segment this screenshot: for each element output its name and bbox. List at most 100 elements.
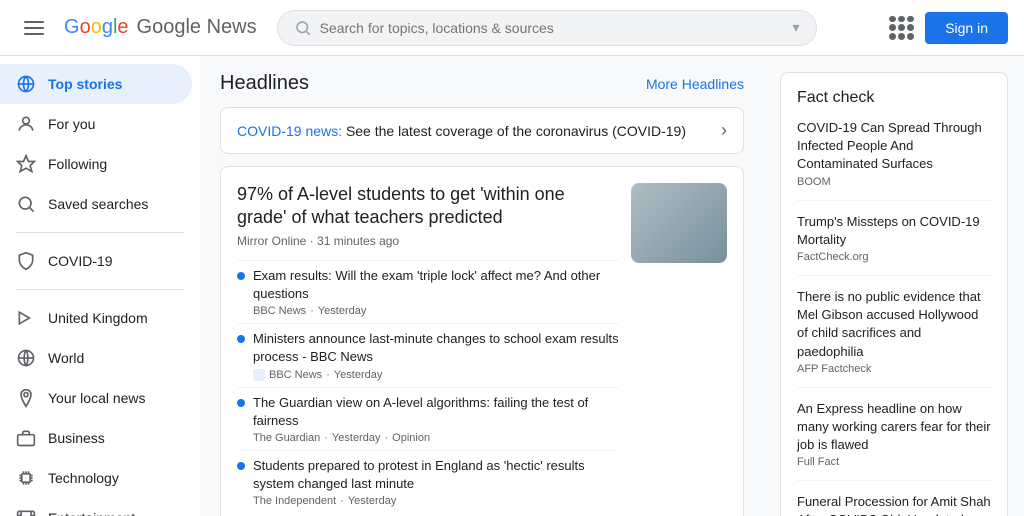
sidebar-label-for-you: For you: [48, 116, 95, 132]
related-content-3: The Guardian view on A-level algorithms:…: [253, 394, 619, 444]
sidebar-label-saved-searches: Saved searches: [48, 196, 148, 212]
related-content-4: Students prepared to protest in England …: [253, 457, 619, 507]
sidebar: Top stories For you Following: [0, 56, 200, 516]
apps-button[interactable]: [889, 16, 913, 40]
sidebar-label-following: Following: [48, 156, 107, 172]
sidebar-item-entertainment[interactable]: Entertainment: [0, 498, 192, 516]
sidebar-label-business: Business: [48, 430, 105, 446]
search-bar[interactable]: ▾: [277, 10, 817, 46]
sidebar-item-top-stories[interactable]: Top stories: [0, 64, 192, 104]
search-icon: [294, 19, 312, 37]
fact-check-section: Fact check COVID-19 Can Spread Through I…: [780, 72, 1008, 516]
fact-item-1: COVID-19 Can Spread Through Infected Peo…: [797, 119, 991, 201]
person-icon: [16, 114, 36, 134]
sign-in-button[interactable]: Sign in: [925, 12, 1008, 44]
article-1-source: Mirror Online · 31 minutes ago: [237, 234, 619, 248]
related-meta-1-3: The Guardian · Yesterday · Opinion: [253, 432, 619, 444]
header-right: Sign in: [889, 12, 1008, 44]
article-1-title[interactable]: 97% of A-level students to get 'within o…: [237, 183, 619, 230]
related-meta-1-2: BBC News · Yesterday: [253, 369, 619, 381]
search-input[interactable]: [320, 20, 785, 36]
layout: Top stories For you Following: [0, 56, 1024, 516]
fact-source-4: Full Fact: [797, 456, 991, 468]
sidebar-item-technology[interactable]: Technology: [0, 458, 192, 498]
bbc-news-icon: [253, 369, 265, 381]
related-title-1-1[interactable]: Exam results: Will the exam 'triple lock…: [253, 267, 619, 303]
news-card-main-1: 97% of A-level students to get 'within o…: [237, 183, 727, 513]
related-item-1-3: The Guardian view on A-level algorithms:…: [237, 387, 619, 450]
sidebar-item-saved-searches[interactable]: Saved searches: [0, 184, 192, 224]
sidebar-label-entertainment: Entertainment: [48, 510, 135, 516]
fact-title-1[interactable]: COVID-19 Can Spread Through Infected Peo…: [797, 119, 991, 174]
fact-title-3[interactable]: There is no public evidence that Mel Gib…: [797, 288, 991, 361]
sidebar-item-united-kingdom[interactable]: United Kingdom: [0, 298, 192, 338]
fact-item-3: There is no public evidence that Mel Gib…: [797, 288, 991, 388]
star-icon: [16, 154, 36, 174]
logo-news-text: Google News: [137, 16, 257, 39]
fact-source-1: BOOM: [797, 176, 991, 188]
sidebar-item-world[interactable]: World: [0, 338, 192, 378]
right-panel: Fact check COVID-19 Can Spread Through I…: [764, 56, 1024, 516]
saved-search-icon: [16, 194, 36, 214]
more-headlines-link[interactable]: More Headlines: [646, 76, 744, 92]
film-icon: [16, 508, 36, 516]
menu-button[interactable]: [16, 13, 52, 43]
related-bullet-3: [237, 399, 245, 407]
location-icon: [16, 388, 36, 408]
fact-title-4[interactable]: An Express headline on how many working …: [797, 400, 991, 455]
covid-arrow-icon: ›: [721, 120, 727, 141]
sidebar-label-top-stories: Top stories: [48, 76, 122, 92]
sidebar-label-local-news: Your local news: [48, 390, 146, 406]
related-title-1-4[interactable]: Students prepared to protest in England …: [253, 457, 619, 493]
fact-title-5[interactable]: Funeral Procession for Amit Shah After C…: [797, 493, 991, 516]
news-card-1: 97% of A-level students to get 'within o…: [220, 166, 744, 516]
shield-icon: [16, 251, 36, 271]
news-card-content-1: 97% of A-level students to get 'within o…: [237, 183, 619, 513]
sidebar-label-covid: COVID-19: [48, 253, 113, 269]
sidebar-divider-2: [16, 289, 184, 290]
fact-item-2: Trump's Missteps on COVID-19 Mortality F…: [797, 213, 991, 276]
sidebar-item-covid[interactable]: COVID-19: [0, 241, 192, 281]
fact-check-title: Fact check: [797, 89, 991, 107]
related-item-1-2: Ministers announce last-minute changes t…: [237, 323, 619, 386]
covid-link-text: COVID-19 news:: [237, 123, 342, 139]
sidebar-label-united-kingdom: United Kingdom: [48, 310, 148, 326]
related-bullet: [237, 272, 245, 280]
related-meta-1-1: BBC News · Yesterday: [253, 305, 619, 317]
related-title-1-2[interactable]: Ministers announce last-minute changes t…: [253, 330, 619, 366]
headlines-header: Headlines More Headlines: [220, 72, 744, 95]
sidebar-item-business[interactable]: Business: [0, 418, 192, 458]
fact-source-2: FactCheck.org: [797, 251, 991, 263]
fact-source-3: AFP Factcheck: [797, 363, 991, 375]
sidebar-divider-1: [16, 232, 184, 233]
related-item-1-4: Students prepared to protest in England …: [237, 450, 619, 513]
header: Google Google News ▾ Sign in: [0, 0, 1024, 56]
covid-banner[interactable]: COVID-19 news: See the latest coverage o…: [220, 107, 744, 154]
globe-icon: [16, 74, 36, 94]
covid-banner-description: See the latest coverage of the coronavir…: [346, 123, 686, 139]
article-1-image: [631, 183, 727, 263]
briefcase-icon: [16, 428, 36, 448]
related-item-1-1: Exam results: Will the exam 'triple lock…: [237, 260, 619, 323]
related-meta-1-4: The Independent · Yesterday: [253, 495, 619, 507]
fact-title-2[interactable]: Trump's Missteps on COVID-19 Mortality: [797, 213, 991, 249]
chip-icon: [16, 468, 36, 488]
main-content: Headlines More Headlines COVID-19 news: …: [200, 56, 764, 516]
sidebar-label-world: World: [48, 350, 84, 366]
sidebar-label-technology: Technology: [48, 470, 119, 486]
sidebar-item-local-news[interactable]: Your local news: [0, 378, 192, 418]
search-dropdown-icon: ▾: [793, 19, 800, 36]
related-content-2: Ministers announce last-minute changes t…: [253, 330, 619, 380]
logo: Google Google News: [64, 16, 257, 39]
fact-item-5: Funeral Procession for Amit Shah After C…: [797, 493, 991, 516]
world-icon: [16, 348, 36, 368]
related-title-1-3[interactable]: The Guardian view on A-level algorithms:…: [253, 394, 619, 430]
related-bullet-4: [237, 462, 245, 470]
sidebar-item-following[interactable]: Following: [0, 144, 192, 184]
headlines-title: Headlines: [220, 72, 309, 95]
flag-icon: [16, 308, 36, 328]
sidebar-item-for-you[interactable]: For you: [0, 104, 192, 144]
related-content: Exam results: Will the exam 'triple lock…: [253, 267, 619, 317]
fact-item-4: An Express headline on how many working …: [797, 400, 991, 482]
related-bullet-2: [237, 335, 245, 343]
